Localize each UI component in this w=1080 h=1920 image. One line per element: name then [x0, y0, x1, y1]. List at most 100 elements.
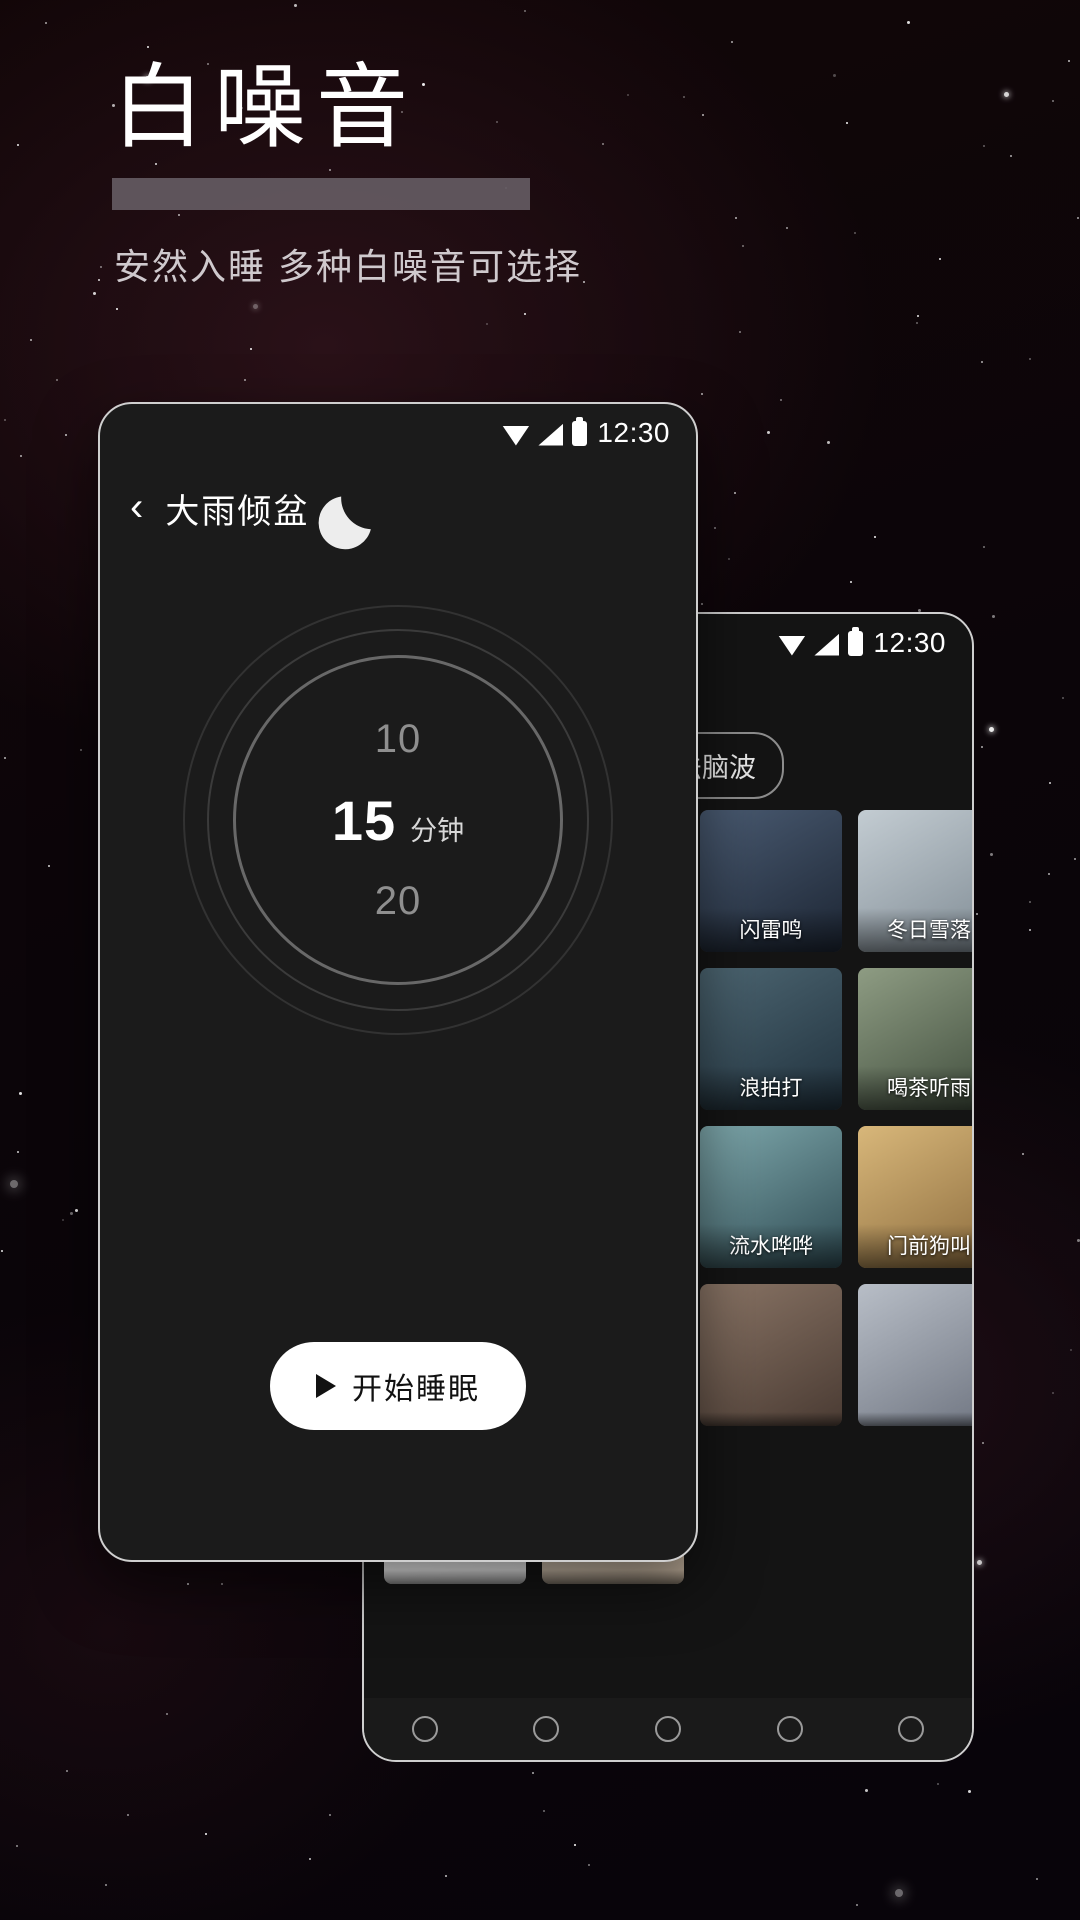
nav-profile[interactable]	[898, 1716, 925, 1742]
star	[968, 1790, 971, 1793]
star	[767, 431, 770, 434]
star	[543, 1810, 545, 1812]
star	[178, 214, 180, 216]
star	[1022, 1153, 1024, 1155]
star	[1074, 858, 1076, 860]
star	[17, 1151, 19, 1153]
sound-tile[interactable]: 冬日雪落	[858, 810, 972, 952]
star	[221, 1583, 223, 1585]
profile-icon	[898, 1716, 925, 1742]
promo-poster: 白噪音 安然入睡 多种白噪音可选择 12:30 眠 阿尔法脑波 塘蛙鸣池塘戏水闪…	[0, 0, 1080, 1920]
dial-next-value[interactable]: 20	[375, 879, 422, 924]
headline-underline	[112, 178, 530, 210]
star	[105, 1884, 107, 1886]
star	[588, 1864, 590, 1866]
star	[127, 1814, 129, 1816]
star	[422, 83, 425, 86]
star	[1070, 1349, 1072, 1351]
star	[1029, 929, 1031, 931]
star	[701, 393, 703, 395]
star	[1036, 1878, 1038, 1880]
star	[734, 492, 736, 494]
status-time-list: 12:30	[873, 627, 946, 658]
star	[833, 74, 836, 77]
star	[253, 304, 258, 309]
star	[976, 913, 978, 915]
play-icon	[316, 1374, 336, 1398]
back-icon[interactable]: ‹	[130, 487, 143, 527]
sound-tile[interactable]	[858, 1284, 972, 1426]
sound-tile-art	[700, 1284, 842, 1426]
headline-block: 白噪音	[112, 57, 530, 210]
sound-tile-label	[700, 1412, 842, 1426]
star	[4, 757, 6, 759]
star	[532, 1772, 534, 1774]
sound-tile[interactable]: 流水哗哗	[700, 1126, 842, 1268]
star	[62, 1219, 64, 1221]
star	[731, 41, 733, 43]
star	[486, 323, 488, 325]
star	[1077, 217, 1079, 219]
star	[1, 1250, 3, 1252]
star	[80, 749, 82, 751]
star	[854, 232, 856, 234]
star	[116, 308, 118, 310]
sound-tile[interactable]: 浪拍打	[700, 968, 842, 1110]
star	[19, 1092, 22, 1095]
star	[714, 527, 716, 529]
star	[309, 1858, 311, 1860]
signal-icon	[538, 423, 564, 446]
star	[780, 399, 782, 401]
nav-sounds[interactable]	[533, 1716, 560, 1742]
statusbar-icons-list	[778, 626, 864, 656]
sound-tile[interactable]: 喝茶听雨	[858, 968, 972, 1110]
star	[30, 339, 32, 341]
star	[683, 96, 685, 98]
sound-tile[interactable]	[700, 1284, 842, 1426]
start-sleep-button[interactable]: 开始睡眠	[270, 1342, 526, 1430]
star	[1068, 60, 1070, 62]
dial-previous-value[interactable]: 10	[375, 717, 422, 762]
nav-sleep[interactable]	[776, 1716, 803, 1742]
duration-dial[interactable]: 10 15 分钟 20	[183, 605, 613, 1035]
star	[496, 121, 498, 123]
star	[187, 1583, 189, 1585]
timer-navbar: ‹ 大雨倾盆	[100, 462, 696, 533]
crescent-moon-icon	[318, 496, 371, 550]
sounds-icon	[533, 1716, 560, 1742]
star	[701, 603, 703, 605]
star	[20, 455, 22, 457]
star	[983, 546, 985, 548]
star	[702, 114, 704, 116]
star	[250, 348, 252, 350]
nav-favorites[interactable]	[654, 1716, 681, 1742]
star	[856, 1904, 858, 1906]
star	[907, 21, 910, 24]
battery-icon	[572, 416, 588, 446]
star	[1048, 873, 1050, 875]
battery-icon	[848, 626, 864, 656]
home-icon	[411, 1716, 438, 1742]
star	[786, 227, 788, 229]
phone-sleep-timer: 12:30 ‹ 大雨倾盆 10 15 分钟 20 开始睡眠	[98, 402, 698, 1562]
nav-home[interactable]	[411, 1716, 438, 1742]
star	[329, 1814, 331, 1816]
star	[742, 245, 744, 247]
dial-unit-label: 分钟	[410, 815, 465, 846]
star	[93, 292, 96, 295]
star	[155, 163, 157, 165]
sound-tile[interactable]: 门前狗叫	[858, 1126, 972, 1268]
sound-tile[interactable]: 闪雷鸣	[700, 810, 842, 952]
star	[45, 22, 47, 24]
dial-selected-value: 15	[331, 788, 397, 852]
wifi-icon	[502, 425, 530, 446]
star	[874, 536, 876, 538]
statusbar-timer: 12:30	[100, 404, 696, 462]
star	[1052, 100, 1054, 102]
star	[10, 1180, 18, 1188]
star	[981, 361, 983, 363]
star	[939, 258, 941, 260]
moon-icon	[776, 1716, 803, 1742]
star	[850, 581, 852, 583]
star	[735, 217, 737, 219]
